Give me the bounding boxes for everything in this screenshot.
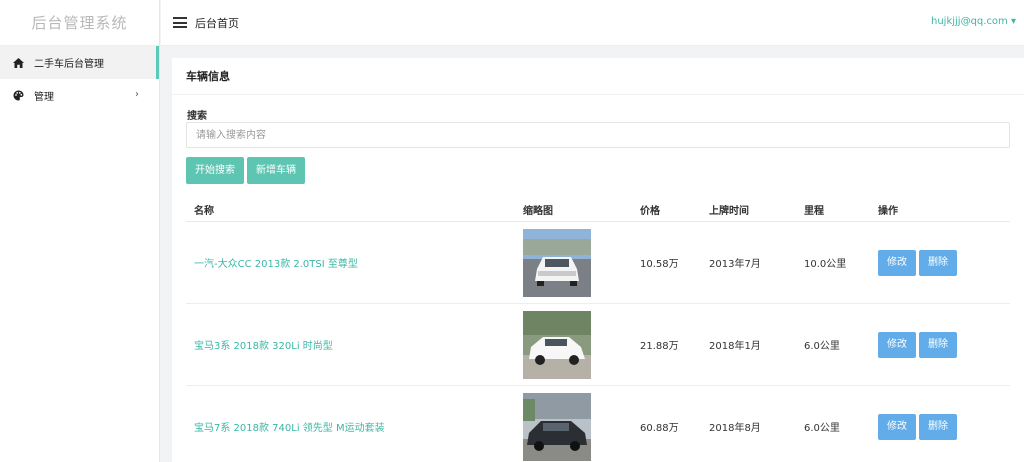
search-button[interactable]: 开始搜索 (186, 157, 244, 184)
vehicle-price: 10.58万 (640, 259, 679, 270)
vehicle-table: 名称 缩略图 价格 上牌时间 里程 操作 一汽-大众CC 2013款 2.0TS… (186, 198, 1010, 462)
vehicle-reg-date: 2018年8月 (709, 423, 761, 434)
vehicle-name-link[interactable]: 一汽-大众CC 2013款 2.0TSI 至尊型 (194, 259, 358, 270)
delete-button[interactable]: 删除 (919, 413, 957, 440)
column-header-mileage: 里程 (804, 206, 824, 217)
sidebar-item-label: 二手车后台管理 (34, 59, 104, 70)
table-row: 宝马3系 2018款 320Li 时尚型 21.88万 2018年1月 6.0公… (186, 304, 1010, 386)
table-row: 一汽-大众CC 2013款 2.0TSI 至尊型 10.58万 2013年7月 … (186, 222, 1010, 304)
sidebar-item-label: 管理 (34, 92, 54, 103)
sidebar-item-manage[interactable]: 管理 › (0, 79, 159, 112)
chevron-right-icon: › (135, 89, 139, 100)
edit-button[interactable]: 修改 (878, 413, 916, 440)
vehicle-thumbnail (523, 228, 591, 297)
sidebar-item-car-admin[interactable]: 二手车后台管理 (0, 46, 159, 79)
hamburger-menu-icon[interactable] (173, 17, 187, 28)
table-header: 名称 缩略图 价格 上牌时间 里程 操作 (186, 198, 1010, 222)
vehicle-reg-date: 2013年7月 (709, 259, 761, 270)
search-label: 搜索 (187, 111, 207, 122)
vehicle-name-link[interactable]: 宝马7系 2018款 740Li 领先型 M运动套装 (194, 423, 385, 434)
vehicle-thumbnail (523, 392, 591, 461)
column-header-name: 名称 (194, 206, 214, 217)
column-header-price: 价格 (640, 206, 660, 217)
delete-button[interactable]: 删除 (919, 249, 957, 276)
delete-button[interactable]: 删除 (919, 331, 957, 358)
palette-icon (12, 90, 24, 102)
page-title: 后台首页 (195, 16, 239, 30)
column-header-thumb: 缩略图 (523, 206, 553, 217)
panel-title: 车辆信息 (172, 58, 1024, 95)
column-header-date: 上牌时间 (709, 206, 749, 217)
edit-button[interactable]: 修改 (878, 249, 916, 276)
add-vehicle-button[interactable]: 新增车辆 (247, 157, 305, 184)
search-input[interactable] (186, 122, 1010, 148)
edit-button[interactable]: 修改 (878, 331, 916, 358)
vehicle-mileage: 10.0公里 (804, 259, 847, 270)
column-header-ops: 操作 (878, 206, 898, 217)
vehicle-name-link[interactable]: 宝马3系 2018款 320Li 时尚型 (194, 341, 333, 352)
vehicle-price: 21.88万 (640, 341, 679, 352)
vehicle-thumbnail (523, 310, 591, 379)
vehicle-reg-date: 2018年1月 (709, 341, 761, 352)
vehicle-mileage: 6.0公里 (804, 341, 840, 352)
top-header: 后台首页 hujkjjj@qq.com ▾ (161, 0, 1024, 46)
sidebar: 后台管理系统 二手车后台管理 管理 › (0, 0, 160, 462)
home-icon (12, 57, 24, 69)
user-menu[interactable]: hujkjjj@qq.com ▾ (931, 16, 1016, 27)
table-row: 宝马7系 2018款 740Li 领先型 M运动套装 60.88万 2018年8… (186, 386, 1010, 462)
app-logo: 后台管理系统 (0, 0, 159, 46)
vehicle-mileage: 6.0公里 (804, 423, 840, 434)
vehicle-panel: 车辆信息 搜索 开始搜索 新增车辆 名称 缩略图 价格 上牌时间 里程 操作 一… (172, 58, 1024, 462)
vehicle-price: 60.88万 (640, 423, 679, 434)
